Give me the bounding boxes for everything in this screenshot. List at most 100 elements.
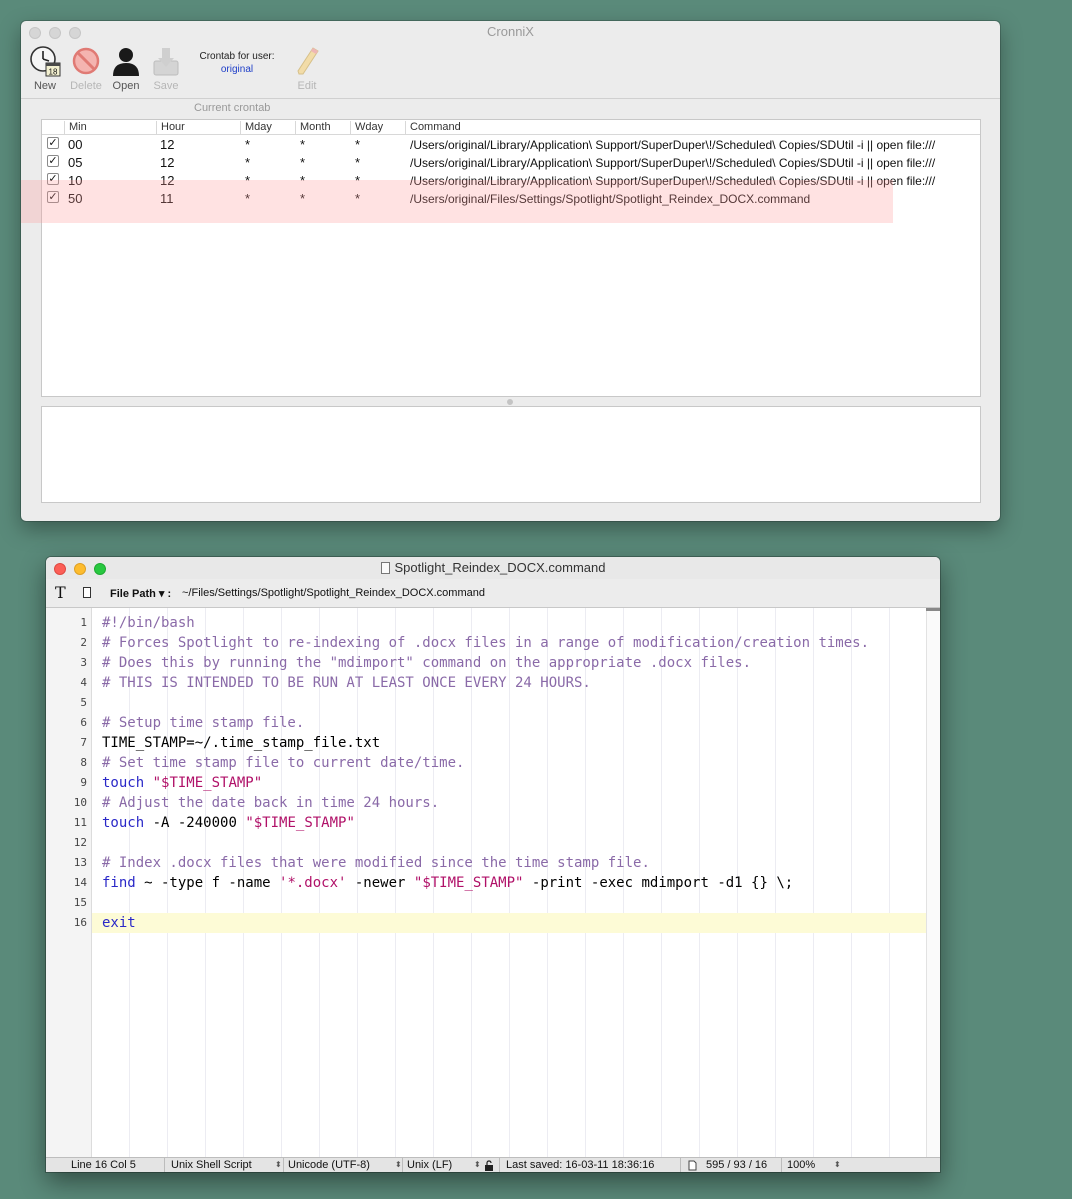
detail-pane[interactable]: [41, 406, 981, 503]
code-token: # Index .docx files that were modified s…: [102, 855, 650, 871]
code-line[interactable]: touch -A -240000 "$TIME_STAMP": [102, 813, 355, 833]
status-bar: Line 16 Col 5 Unix Shell Script ⬍ Unicod…: [46, 1157, 940, 1172]
cursor-position: Line 16 Col 5: [71, 1159, 136, 1171]
code-line[interactable]: TIME_STAMP=~/.time_stamp_file.txt: [102, 733, 380, 753]
cell-hour: 12: [160, 137, 175, 152]
path-bar: T File Path ▾ : ~/Files/Settings/Spotlig…: [46, 579, 940, 608]
document-info-icon[interactable]: [83, 587, 91, 598]
document-stats-icon: [688, 1160, 697, 1171]
cell-wday: *: [355, 155, 361, 170]
new-button[interactable]: 18 New: [23, 45, 67, 92]
code-line[interactable]: touch "$TIME_STAMP": [102, 773, 262, 793]
code-editor[interactable]: 1 #!/bin/bash 2 # Forces Spotlight to re-in…: [46, 608, 926, 1157]
line-endings-menu[interactable]: Unix (LF): [407, 1159, 452, 1171]
status-divider: [283, 1158, 284, 1172]
edit-button[interactable]: Edit: [285, 45, 329, 92]
code-line[interactable]: # Set time stamp file to current date/ti…: [102, 753, 464, 773]
cell-mday: *: [245, 155, 251, 170]
save-button[interactable]: Save: [144, 45, 188, 92]
table-row[interactable]: ✓ 05 12 * * * /Users/original/Library/Ap…: [42, 153, 980, 171]
cronnix-titlebar: CronniX: [21, 21, 1000, 43]
code-token: -newer: [346, 875, 414, 891]
crontab-user-selector[interactable]: Crontab for user: original Current cront…: [189, 51, 285, 114]
table-header: Min Hour Mday Month Wday Command: [42, 120, 980, 135]
cell-command: /Users/original/Library/Application\ Sup…: [410, 156, 936, 170]
vertical-scrollbar[interactable]: [926, 608, 940, 1157]
code-line[interactable]: # Setup time stamp file.: [102, 713, 304, 733]
code-line[interactable]: # THIS IS INTENDED TO BE RUN AT LEAST ON…: [102, 673, 591, 693]
save-label: Save: [153, 80, 179, 92]
line-number: 10: [73, 796, 87, 809]
close-button[interactable]: [29, 27, 41, 39]
open-button[interactable]: Open: [104, 45, 148, 92]
cell-min: 00: [68, 137, 83, 152]
column-mday[interactable]: Mday: [240, 121, 272, 134]
code-token: # Adjust the date back in time 24 hours.: [102, 795, 440, 811]
column-min[interactable]: Min: [64, 121, 87, 134]
line-number: 3: [80, 656, 87, 669]
split-view-handle[interactable]: [507, 399, 513, 405]
lock-icon[interactable]: [484, 1160, 494, 1171]
calendar-badge: 18: [49, 68, 58, 77]
file-path-menu[interactable]: File Path ▾ :: [110, 587, 171, 600]
row-enabled-checkbox[interactable]: ✓: [47, 155, 59, 167]
minimize-button[interactable]: [49, 27, 61, 39]
language-menu-arrows-icon: ⬍: [275, 1160, 282, 1169]
code-token: TIME_STAMP=~/.time_stamp_file.txt: [102, 735, 381, 751]
zoom-button[interactable]: [94, 563, 106, 575]
delete-button[interactable]: Delete: [64, 45, 108, 92]
new-label: New: [33, 80, 56, 92]
line-number: 2: [80, 636, 87, 649]
zoom-menu[interactable]: 100%: [787, 1159, 815, 1171]
code-line[interactable]: # Forces Spotlight to re-indexing of .do…: [102, 633, 869, 653]
status-divider: [499, 1158, 500, 1172]
window-title: CronniX: [487, 24, 534, 39]
line-endings-arrows-icon: ⬍: [474, 1160, 481, 1169]
user-icon: [113, 48, 139, 76]
column-hour[interactable]: Hour: [156, 121, 185, 134]
close-button[interactable]: [54, 563, 66, 575]
delete-icon: [72, 47, 100, 75]
code-line[interactable]: #!/bin/bash: [102, 613, 195, 633]
code-token: touch: [102, 815, 145, 831]
status-divider: [164, 1158, 165, 1172]
code-token: -print -exec mdimport -d1 {} \;: [523, 875, 794, 891]
row-enabled-checkbox[interactable]: ✓: [47, 137, 59, 149]
code-token: "$TIME_STAMP": [413, 875, 524, 891]
line-number: 9: [80, 776, 87, 789]
code-line[interactable]: find ~ -type f -name '*.docx' -newer "$T…: [102, 873, 793, 893]
column-command[interactable]: Command: [405, 121, 461, 134]
column-month[interactable]: Month: [295, 121, 331, 134]
code-line[interactable]: exit: [102, 913, 136, 933]
encoding-menu[interactable]: Unicode (UTF-8): [288, 1159, 370, 1171]
code-line[interactable]: # Index .docx files that were modified s…: [102, 853, 650, 873]
code-token: find: [102, 875, 136, 891]
line-number: 8: [80, 756, 87, 769]
cronnix-toolbar: 18 New Delete Open Save Crontab for user…: [21, 43, 1000, 114]
crontab-for-user-label: Crontab for user:: [199, 51, 275, 62]
status-divider: [402, 1158, 403, 1172]
code-token: # Setup time stamp file.: [102, 715, 305, 731]
line-number: 1: [80, 616, 87, 629]
code-line[interactable]: # Adjust the date back in time 24 hours.: [102, 793, 439, 813]
column-wday[interactable]: Wday: [350, 121, 383, 134]
open-label: Open: [112, 80, 140, 92]
save-icon: [153, 48, 179, 76]
current-line-highlight: [92, 913, 926, 933]
zoom-button[interactable]: [69, 27, 81, 39]
minimize-button[interactable]: [74, 563, 86, 575]
crontab-user-name: original: [220, 64, 254, 75]
table-row[interactable]: ✓ 00 12 * * * /Users/original/Library/Ap…: [42, 135, 980, 153]
syntax-language-menu[interactable]: Unix Shell Script: [171, 1159, 252, 1171]
document-icon: [380, 562, 390, 574]
clock-calendar-icon: 18: [30, 46, 61, 77]
code-line[interactable]: # Does this by running the "mdimport" co…: [102, 653, 751, 673]
encoding-menu-arrows-icon: ⬍: [395, 1160, 402, 1169]
editor-titlebar: Spotlight_Reindex_DOCX.command: [46, 557, 940, 579]
text-tool-icon[interactable]: T: [55, 583, 66, 602]
last-saved: Last saved: 16-03-11 18:36:16: [506, 1159, 655, 1171]
scrollbar-thumb[interactable]: [926, 608, 940, 611]
code-token: exit: [102, 915, 136, 931]
cell-month: *: [300, 137, 306, 152]
editor-window: Spotlight_Reindex_DOCX.command T File Pa…: [46, 557, 940, 1172]
